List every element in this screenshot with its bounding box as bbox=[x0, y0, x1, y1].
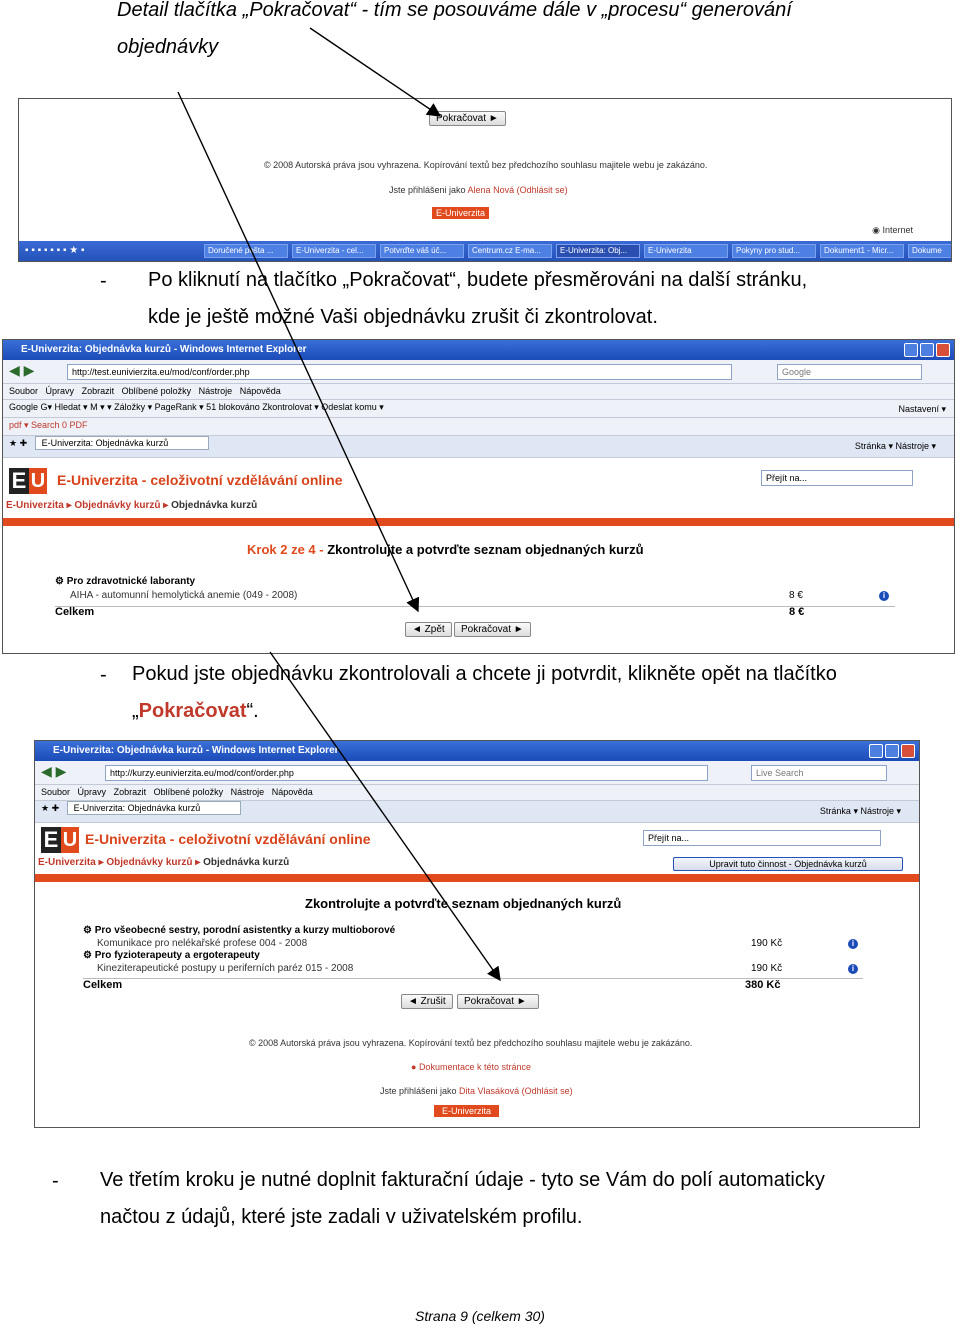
arrow-3 bbox=[269, 651, 501, 982]
arrow-2 bbox=[177, 91, 420, 613]
arrow-1 bbox=[309, 27, 442, 117]
para4-line-1: Ve třetím kroku je nutné doplnit faktura… bbox=[100, 1169, 825, 1191]
annotation-arrows bbox=[177, 27, 501, 982]
para4-line-2: načtou z údajů, které jste zadali v uživ… bbox=[100, 1206, 583, 1228]
bullet-dash-4: - bbox=[52, 1170, 59, 1192]
page-footer: Strana 9 (celkem 30) bbox=[415, 1308, 545, 1324]
